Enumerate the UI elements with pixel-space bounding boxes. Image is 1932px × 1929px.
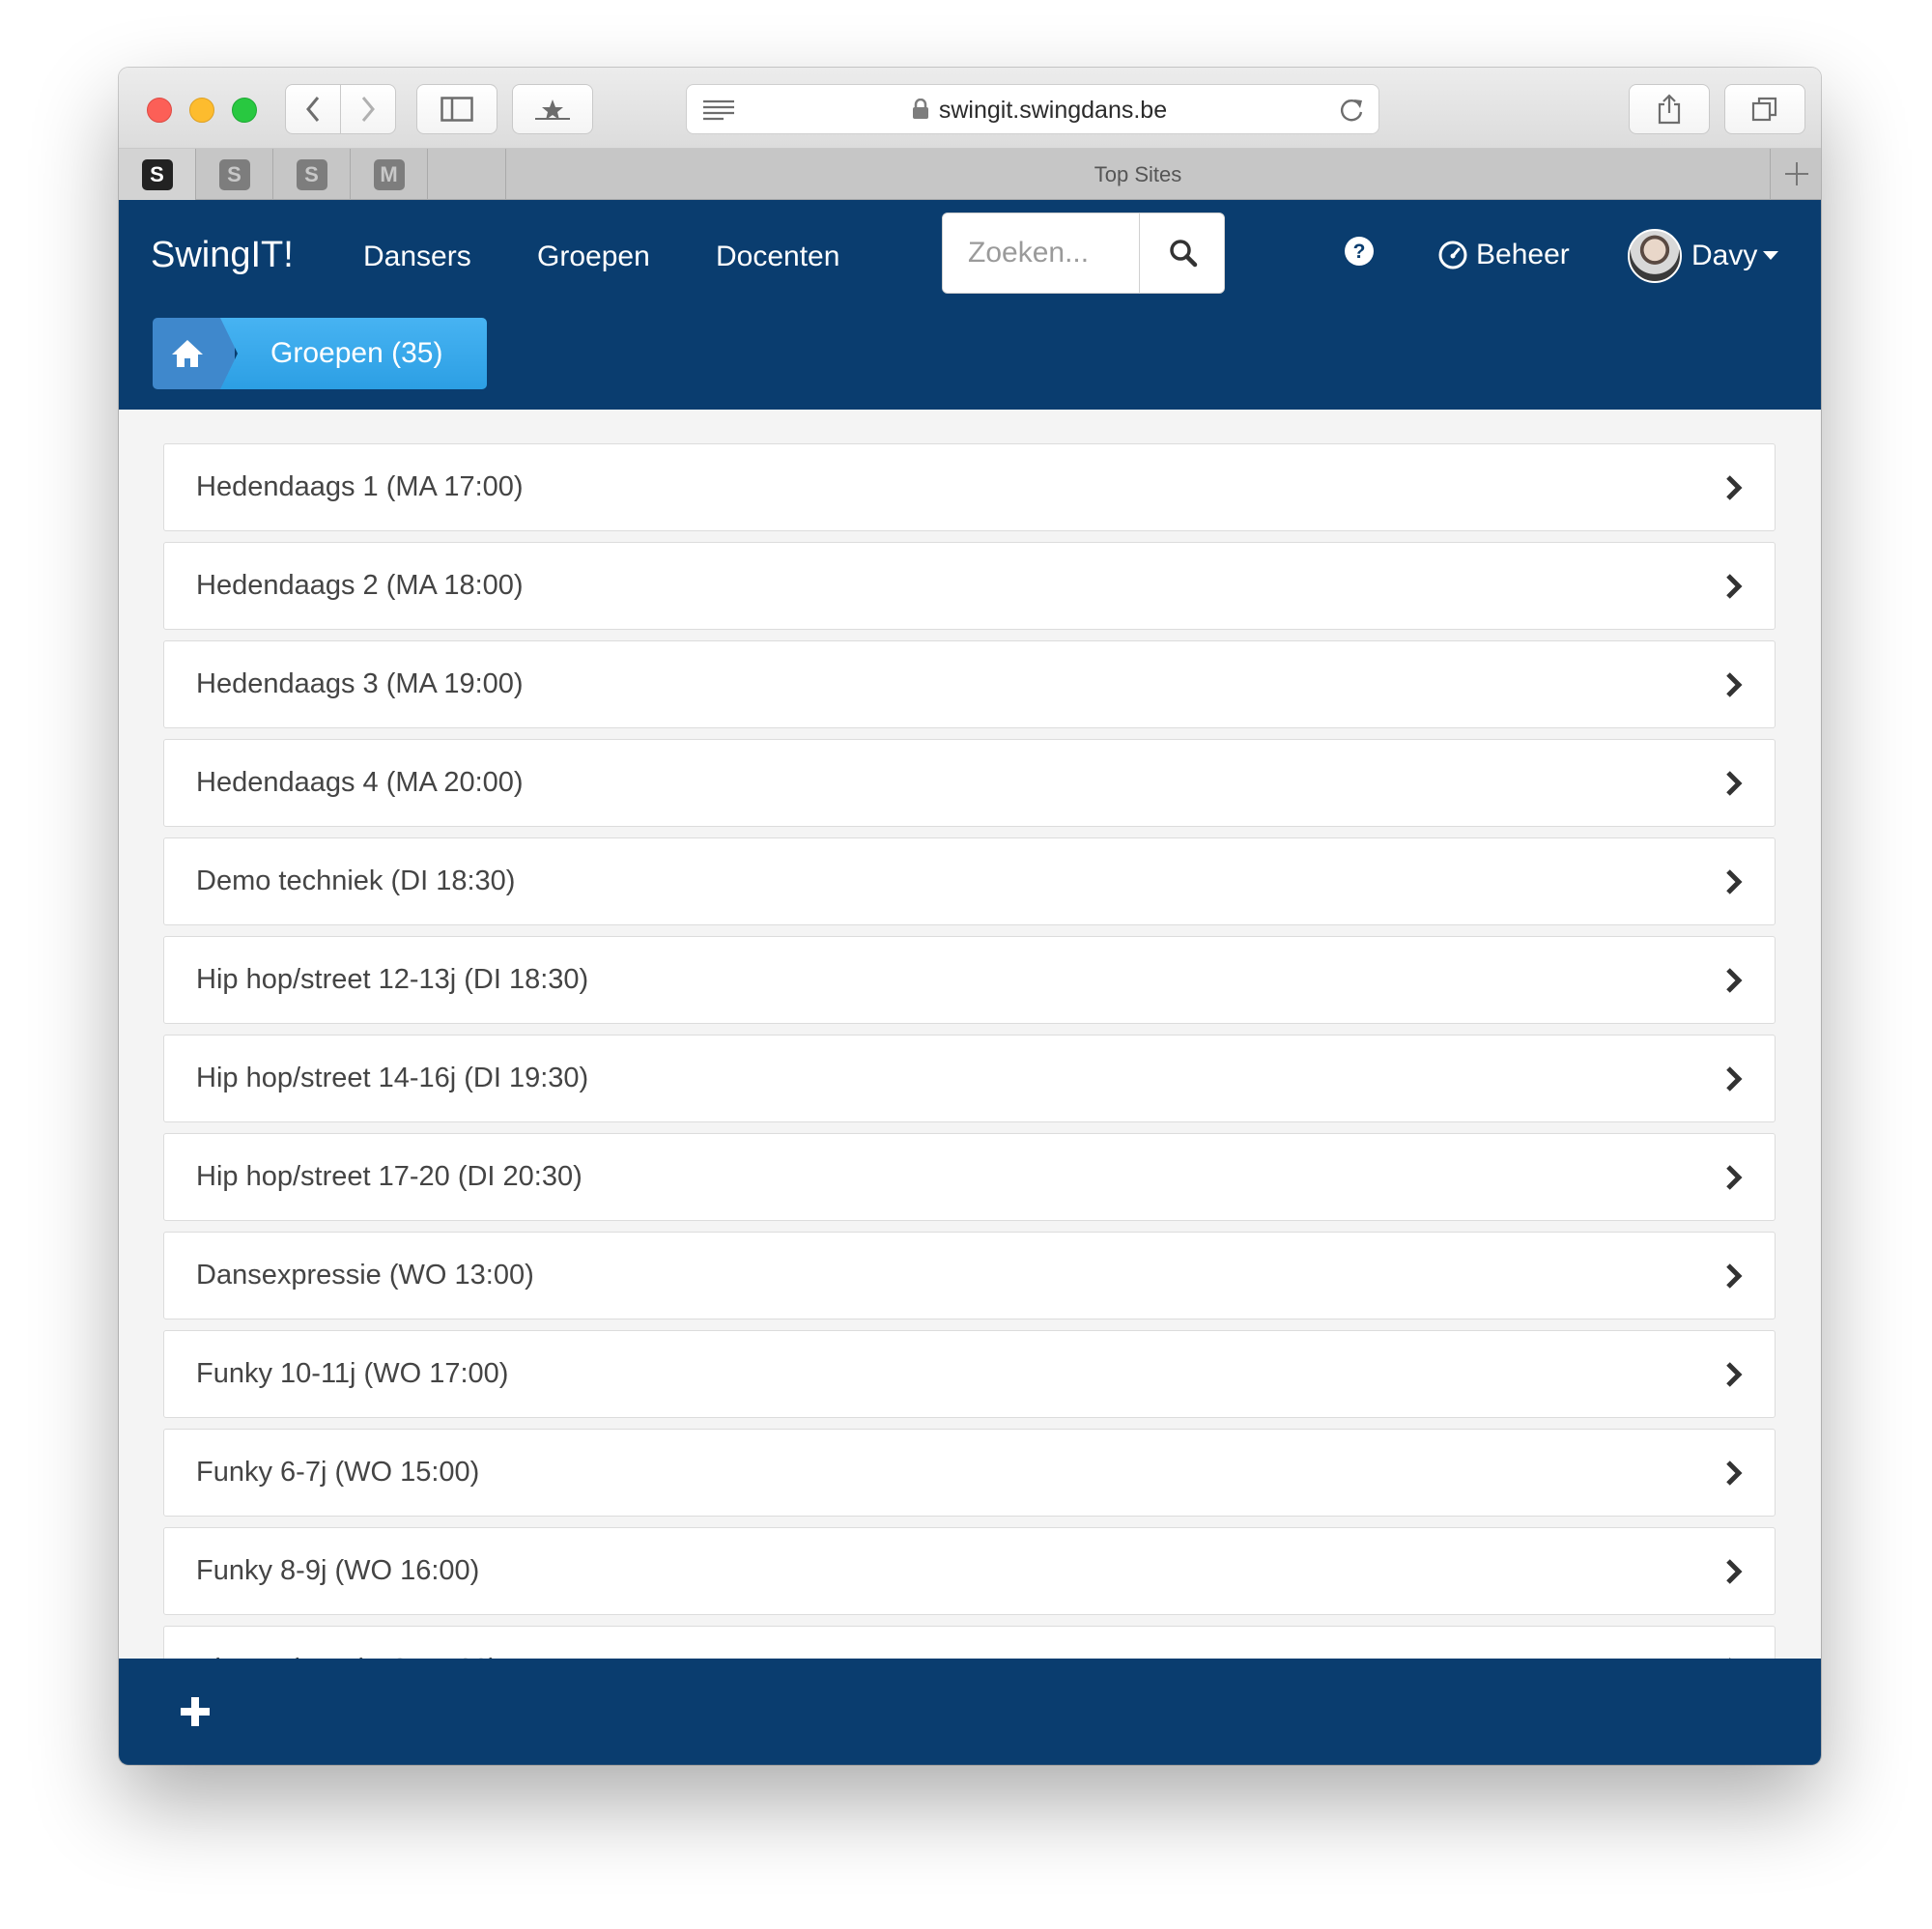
group-name: Hedendaags 1 (MA 17:00) [196, 471, 524, 502]
group-list-item[interactable]: Hedendaags 3 (MA 19:00) [163, 640, 1776, 728]
address-bar[interactable]: swingit.swingdans.be [686, 84, 1379, 134]
user-name: Davy [1691, 240, 1758, 271]
group-name: Hip hop/street 14-16j (DI 19:30) [196, 1063, 589, 1093]
show-tabs-button[interactable] [1724, 84, 1805, 134]
beheer-menu[interactable]: Beheer [1437, 239, 1570, 271]
tab-bar: S S S M Top Sites [119, 149, 1821, 200]
chevron-right-icon [1726, 672, 1743, 697]
chevron-right-icon [1726, 1165, 1743, 1190]
pinned-tab-4[interactable]: M [351, 149, 428, 200]
group-name: Kleuterdans (WO 14:00) [196, 1627, 498, 1659]
pinned-tab-1[interactable]: S [119, 149, 196, 200]
chevron-right-icon [1726, 1559, 1743, 1584]
forward-button[interactable] [340, 84, 396, 134]
app-navbar: SwingIT! Dansers Groepen Docenten ? Behe… [119, 200, 1821, 410]
close-window-button[interactable] [147, 98, 172, 123]
favicon: S [141, 158, 173, 190]
chevron-right-icon [361, 97, 375, 122]
search-box [942, 213, 1225, 294]
chevron-right-icon [1726, 1362, 1743, 1387]
tabs-icon [1751, 97, 1777, 122]
sidebar-icon [440, 97, 473, 122]
breadcrumb-home[interactable] [153, 318, 235, 389]
help-icon[interactable]: ? [1344, 236, 1375, 267]
search-input[interactable] [943, 213, 1139, 293]
top-sites-button[interactable] [512, 84, 593, 134]
group-list-item[interactable]: Hip hop/street 12-13j (DI 18:30) [163, 936, 1776, 1024]
group-name: Demo techniek (DI 18:30) [196, 865, 516, 896]
pinned-tab-2[interactable]: S [196, 149, 273, 200]
chevron-right-icon [1726, 475, 1743, 500]
search-icon [1169, 240, 1197, 268]
group-name: Funky 10-11j (WO 17:00) [196, 1358, 509, 1389]
group-list-item[interactable]: Kleuterdans (WO 14:00) [163, 1626, 1776, 1659]
group-list-item[interactable]: Hedendaags 1 (MA 17:00) [163, 443, 1776, 531]
brand-logo[interactable]: SwingIT! [151, 235, 294, 276]
group-name: Funky 6-7j (WO 15:00) [196, 1457, 480, 1488]
avatar [1628, 229, 1682, 283]
favicon: S [296, 158, 327, 190]
group-list-item[interactable]: Dansexpressie (WO 13:00) [163, 1232, 1776, 1319]
chevron-right-icon [1726, 968, 1743, 993]
user-menu[interactable]: Davy [1628, 229, 1779, 283]
sidebar-button[interactable] [416, 84, 497, 134]
breadcrumb-groepen[interactable]: Groepen (35) [220, 318, 487, 389]
group-list-item[interactable]: Funky 8-9j (WO 16:00) [163, 1527, 1776, 1615]
nav-dansers[interactable]: Dansers [363, 241, 471, 273]
chevron-left-icon [306, 97, 320, 122]
group-list-item[interactable]: Hip hop/street 17-20 (DI 20:30) [163, 1133, 1776, 1221]
url-text: swingit.swingdans.be [938, 97, 1168, 124]
chevron-right-icon [1726, 869, 1743, 894]
tab-top-sites[interactable]: Top Sites [505, 149, 1771, 200]
favicon: M [373, 158, 405, 190]
back-button[interactable] [285, 84, 341, 134]
add-group-plus-icon[interactable] [180, 1696, 211, 1727]
share-button[interactable] [1629, 84, 1710, 134]
nav-docenten[interactable]: Docenten [716, 241, 839, 273]
group-list: Hedendaags 1 (MA 17:00) Hedendaags 2 (MA … [163, 443, 1776, 1659]
reload-icon[interactable] [1338, 97, 1365, 124]
group-list-item[interactable]: Demo techniek (DI 18:30) [163, 837, 1776, 925]
new-tab-plus-icon[interactable] [1784, 161, 1809, 186]
minimize-window-button[interactable] [189, 98, 214, 123]
group-name: Dansexpressie (WO 13:00) [196, 1260, 534, 1291]
bottom-action-bar [119, 1659, 1821, 1765]
caret-down-icon [1763, 251, 1779, 260]
chevron-right-icon [1726, 574, 1743, 599]
svg-text:?: ? [1353, 241, 1366, 263]
chevron-right-icon [1726, 1461, 1743, 1486]
group-list-item[interactable]: Hip hop/street 14-16j (DI 19:30) [163, 1035, 1776, 1122]
group-name: Hip hop/street 12-13j (DI 18:30) [196, 964, 589, 995]
lock-icon [912, 98, 928, 119]
browser-toolbar: swingit.swingdans.be [119, 68, 1821, 149]
chevron-right-icon [1726, 771, 1743, 796]
pinned-tab-3[interactable]: S [273, 149, 351, 200]
chevron-right-icon [1726, 1263, 1743, 1289]
group-name: Hedendaags 3 (MA 19:00) [196, 668, 524, 699]
group-list-item[interactable]: Funky 6-7j (WO 15:00) [163, 1429, 1776, 1517]
search-button[interactable] [1139, 213, 1224, 293]
group-name: Hedendaags 4 (MA 20:00) [196, 767, 524, 798]
group-name: Hedendaags 2 (MA 18:00) [196, 570, 524, 601]
zoom-window-button[interactable] [232, 98, 257, 123]
share-icon [1658, 94, 1681, 125]
browser-window: swingit.swingdans.be S S S M Top Sites S… [119, 68, 1821, 1765]
group-list-item[interactable]: Hedendaags 2 (MA 18:00) [163, 542, 1776, 630]
favicon: S [218, 158, 250, 190]
content-area: Hedendaags 1 (MA 17:00) Hedendaags 2 (MA … [119, 410, 1821, 1659]
chevron-right-icon [1726, 1066, 1743, 1092]
star-box-icon [535, 99, 570, 120]
beheer-label: Beheer [1476, 239, 1570, 270]
group-list-item[interactable]: Funky 10-11j (WO 17:00) [163, 1330, 1776, 1418]
group-name: Hip hop/street 17-20 (DI 20:30) [196, 1161, 582, 1192]
nav-groepen[interactable]: Groepen [537, 241, 650, 273]
dashboard-icon [1438, 241, 1467, 269]
group-name: Funky 8-9j (WO 16:00) [196, 1555, 480, 1586]
group-list-item[interactable]: Hedendaags 4 (MA 20:00) [163, 739, 1776, 827]
home-icon [171, 340, 203, 367]
